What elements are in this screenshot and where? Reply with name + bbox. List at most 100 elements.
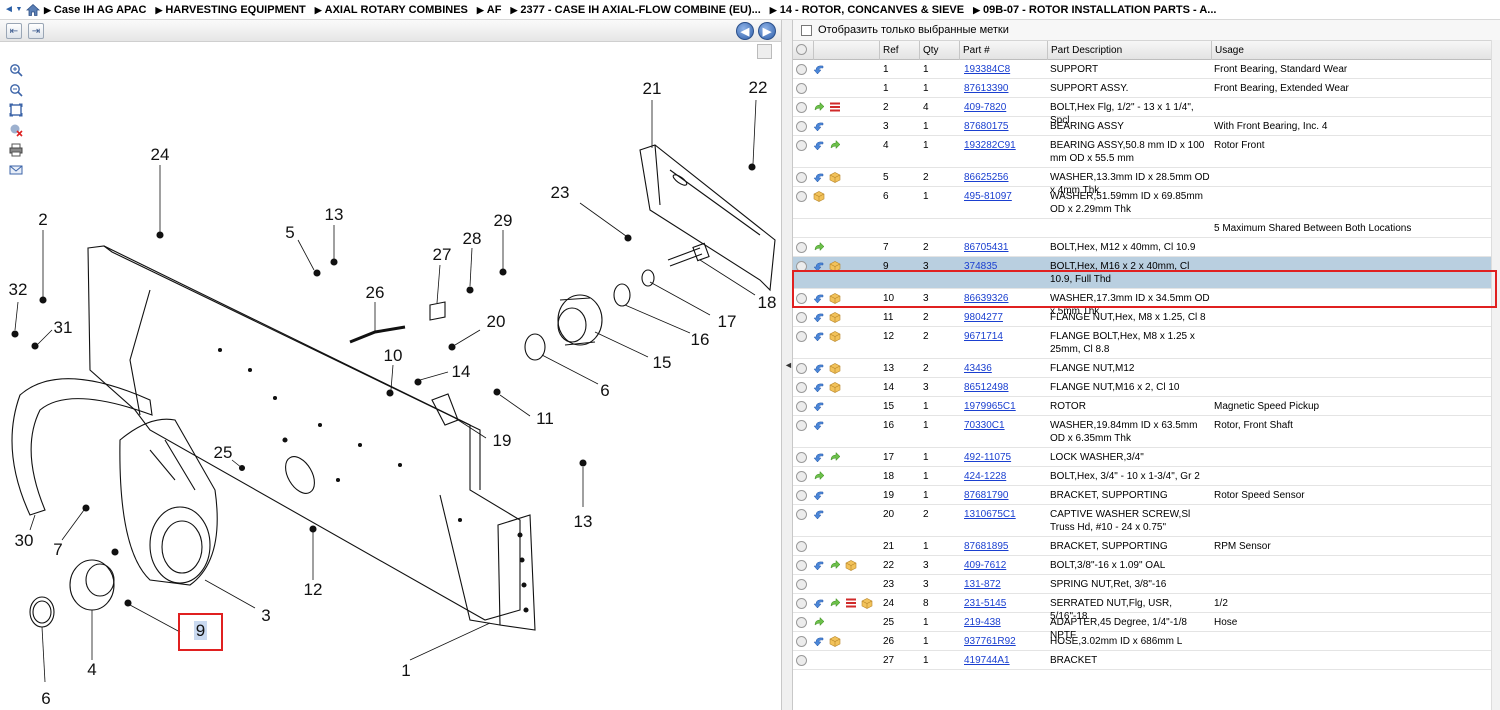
callout-25[interactable]: 25 <box>214 443 233 462</box>
cell-part-number[interactable]: 409-7612 <box>964 559 1048 572</box>
callout-28[interactable]: 28 <box>463 229 482 248</box>
expand-row-icon[interactable] <box>796 64 807 75</box>
header-expand-all[interactable] <box>793 41 813 60</box>
blue-arrow-icon[interactable] <box>813 330 825 342</box>
table-row[interactable]: 11 2 9804277 FLANGE NUT,Hex, M8 x 1.25, Cl … <box>793 308 1500 327</box>
callout-7[interactable]: 7 <box>53 540 62 559</box>
expand-row-icon[interactable] <box>796 121 807 132</box>
callout-18[interactable]: 18 <box>758 293 777 312</box>
callout-1[interactable]: 1 <box>401 661 410 680</box>
show-selected-only-checkbox[interactable] <box>801 24 812 36</box>
cell-part-number[interactable]: 193384C8 <box>964 63 1048 76</box>
callout-5[interactable]: 5 <box>285 223 294 242</box>
blue-arrow-icon[interactable] <box>813 508 825 520</box>
expand-row-icon[interactable] <box>796 331 807 342</box>
dropdown-icon[interactable]: ▼ <box>14 3 24 17</box>
splitter-arrow-icon[interactable]: ◄ <box>784 360 793 370</box>
header-ref[interactable]: Ref <box>879 41 919 60</box>
callout-4[interactable]: 4 <box>87 660 96 679</box>
blue-arrow-icon[interactable] <box>813 171 825 183</box>
cell-part-number[interactable]: 131-872 <box>964 578 1048 591</box>
breadcrumb-item[interactable]: ▶ Case IH AG APAC <box>44 4 146 16</box>
table-row[interactable]: 15 1 1979965C1 ROTOR Magnetic Speed Pickup <box>793 397 1500 416</box>
green-arrow-icon[interactable] <box>813 616 825 628</box>
expand-row-icon[interactable] <box>796 420 807 431</box>
green-arrow-icon[interactable] <box>829 139 841 151</box>
callout-6[interactable]: 6 <box>600 381 609 400</box>
callout-27[interactable]: 27 <box>433 245 452 264</box>
box-icon[interactable] <box>829 311 841 323</box>
box-icon[interactable] <box>829 381 841 393</box>
breadcrumb-item[interactable]: ▶ 2377 - CASE IH AXIAL-FLOW COMBINE (EU).… <box>510 4 760 16</box>
selected-callout-box[interactable]: 9 <box>178 613 223 651</box>
box-icon[interactable] <box>829 635 841 647</box>
breadcrumb-item[interactable]: ▶ AXIAL ROTARY COMBINES <box>315 4 468 16</box>
cell-part-number[interactable]: 424-1228 <box>964 470 1048 483</box>
breadcrumb-item[interactable]: ▶ 14 - ROTOR, CONCANVES & SIEVE <box>770 4 964 16</box>
blue-arrow-icon[interactable] <box>813 381 825 393</box>
expand-row-icon[interactable] <box>796 312 807 323</box>
expand-row-icon[interactable] <box>796 172 807 183</box>
table-row[interactable]: 12 2 9671714 FLANGE BOLT,Hex, M8 x 1.25 x 2… <box>793 327 1500 359</box>
expand-row-icon[interactable] <box>796 102 807 113</box>
red-list-icon[interactable] <box>845 597 857 609</box>
header-qty[interactable]: Qty <box>919 41 959 60</box>
table-row[interactable]: 21 1 87681895 BRACKET, SUPPORTING RPM Sensor <box>793 537 1500 556</box>
expand-row-icon[interactable] <box>796 293 807 304</box>
table-row[interactable]: 23 3 131-872 SPRING NUT,Ret, 3/8"-16 <box>793 575 1500 594</box>
blue-arrow-icon[interactable] <box>813 559 825 571</box>
table-row[interactable]: 4 1 193282C91 BEARING ASSY,50.8 mm ID x 100… <box>793 136 1500 168</box>
expand-row-icon[interactable] <box>796 83 807 94</box>
box-icon[interactable] <box>861 597 873 609</box>
cell-part-number[interactable]: 87681790 <box>964 489 1048 502</box>
callout-10[interactable]: 10 <box>384 346 403 365</box>
cell-part-number[interactable]: 409-7820 <box>964 101 1048 114</box>
cell-part-number[interactable]: 193282C91 <box>964 139 1048 152</box>
callout-12[interactable]: 12 <box>304 580 323 599</box>
back-arrow-icon[interactable]: ◄ <box>4 3 14 17</box>
cell-part-number[interactable]: 219-438 <box>964 616 1048 629</box>
home-icon[interactable] <box>26 3 40 17</box>
box-icon[interactable] <box>829 292 841 304</box>
table-row[interactable]: 16 1 70330C1 WASHER,19.84mm ID x 63.5mm OD … <box>793 416 1500 448</box>
table-row[interactable]: 27 1 419744A1 BRACKET <box>793 651 1500 670</box>
table-row[interactable]: 22 3 409-7612 BOLT,3/8"-16 x 1.09" OAL <box>793 556 1500 575</box>
expand-row-icon[interactable] <box>796 401 807 412</box>
callout-6[interactable]: 6 <box>41 689 50 708</box>
red-list-icon[interactable] <box>829 101 841 113</box>
cell-part-number[interactable]: 9804277 <box>964 311 1048 324</box>
cell-part-number[interactable]: 86639326 <box>964 292 1048 305</box>
callout-20[interactable]: 20 <box>487 312 506 331</box>
table-row[interactable]: 26 1 937761R92 HOSE,3.02mm ID x 686mm L <box>793 632 1500 651</box>
callout-14[interactable]: 14 <box>452 362 471 381</box>
callout-3[interactable]: 3 <box>261 606 270 625</box>
callout-11[interactable]: 11 <box>536 409 554 428</box>
table-row[interactable]: 5 Maximum Shared Between Both Locations <box>793 219 1500 238</box>
cell-part-number[interactable]: 495-81097 <box>964 190 1048 203</box>
cell-part-number[interactable]: 231-5145 <box>964 597 1048 610</box>
table-row[interactable]: 19 1 87681790 BRACKET, SUPPORTING Rotor Spee… <box>793 486 1500 505</box>
expand-row-icon[interactable] <box>796 140 807 151</box>
cell-part-number[interactable]: 86625256 <box>964 171 1048 184</box>
blue-arrow-icon[interactable] <box>813 260 825 272</box>
callout-24[interactable]: 24 <box>151 145 170 164</box>
pane-splitter[interactable]: ◄ <box>781 20 793 710</box>
blue-arrow-icon[interactable] <box>813 635 825 647</box>
table-row[interactable]: 1 1 193384C8 SUPPORT Front Bearing, Standard… <box>793 60 1500 79</box>
expand-row-icon[interactable] <box>796 490 807 501</box>
table-row[interactable]: 3 1 87680175 BEARING ASSY With Front Bearing… <box>793 117 1500 136</box>
blue-arrow-icon[interactable] <box>813 292 825 304</box>
blue-arrow-icon[interactable] <box>813 489 825 501</box>
table-row[interactable]: 17 1 492-11075 LOCK WASHER,3/4" <box>793 448 1500 467</box>
green-arrow-icon[interactable] <box>829 451 841 463</box>
expand-right-icon[interactable]: ⇥ <box>28 23 44 39</box>
expand-row-icon[interactable] <box>796 541 807 552</box>
blue-arrow-icon[interactable] <box>813 400 825 412</box>
green-arrow-icon[interactable] <box>813 470 825 482</box>
table-row[interactable]: 20 2 1310675C1 CAPTIVE WASHER SCREW,Sl Trus… <box>793 505 1500 537</box>
cell-part-number[interactable]: 374835 <box>964 260 1048 273</box>
green-arrow-icon[interactable] <box>813 101 825 113</box>
expand-row-icon[interactable] <box>796 363 807 374</box>
table-row[interactable]: 2 4 409-7820 BOLT,Hex Flg, 1/2" - 13 x 1 1/… <box>793 98 1500 126</box>
blue-arrow-icon[interactable] <box>813 311 825 323</box>
